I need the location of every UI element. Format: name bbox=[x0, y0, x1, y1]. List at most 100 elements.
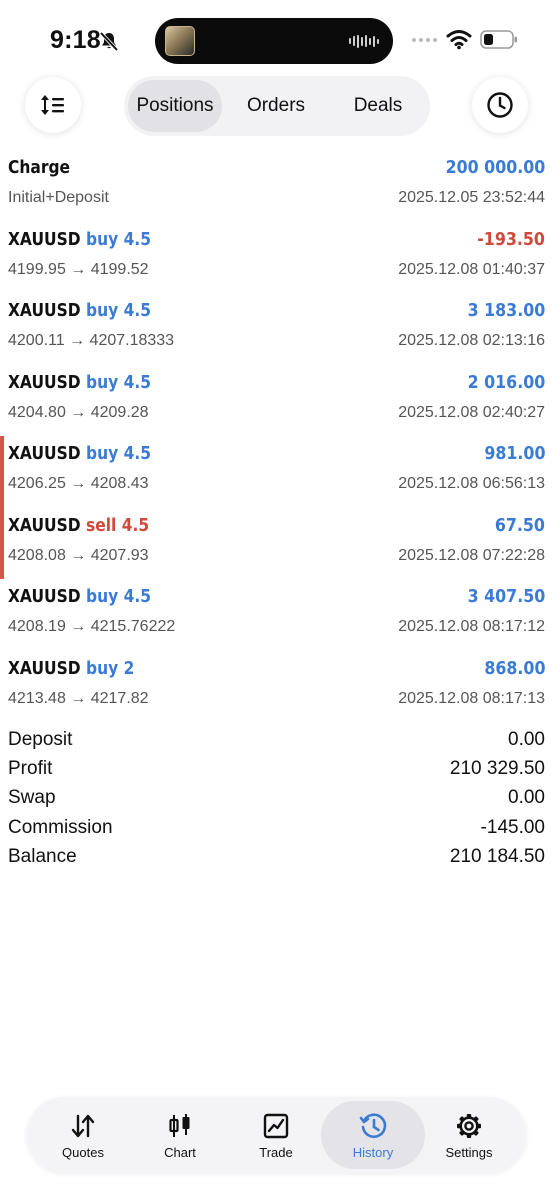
summary-row-profit: Profit 210 329.50 bbox=[0, 754, 553, 783]
deal-time: 2025.12.05 23:52:44 bbox=[398, 189, 545, 206]
deal-volume: 2 bbox=[123, 657, 135, 679]
summary-label: Balance bbox=[8, 845, 77, 867]
summary-value: 210 329.50 bbox=[449, 758, 545, 780]
deal-title: XAUUSD buy 4.5 bbox=[8, 586, 151, 607]
tab-trade[interactable]: Trade bbox=[224, 1101, 328, 1169]
deal-title: Charge bbox=[8, 157, 70, 178]
bell-muted-icon bbox=[99, 31, 119, 52]
summary-row-swap: Swap 0.00 bbox=[0, 783, 553, 812]
deal-volume: 4.5 bbox=[123, 586, 152, 607]
deal-profit: 868.00 bbox=[483, 657, 545, 679]
deal-title: XAUUSD sell 4.5 bbox=[8, 515, 149, 536]
tab-trade-label: Trade bbox=[259, 1145, 293, 1160]
toolbar: Positions Orders Deals bbox=[0, 76, 553, 138]
deal-profit: 981.00 bbox=[483, 443, 545, 464]
deal-volume: 4.5 bbox=[123, 443, 152, 464]
deal-time: 2025.12.08 02:13:16 bbox=[398, 332, 545, 349]
deal-title: XAUUSD buy 4.5 bbox=[8, 229, 151, 250]
tab-history-label: History bbox=[352, 1145, 394, 1160]
summary-row-deposit: Deposit 0.00 bbox=[0, 725, 553, 754]
summary-value: 0.00 bbox=[508, 729, 545, 750]
tab-orders[interactable]: Orders bbox=[228, 80, 324, 132]
history-icon bbox=[359, 1112, 387, 1140]
tab-bar: Quotes Chart Trade History Settings bbox=[27, 1097, 526, 1173]
deal-prices: 4199.95 → 4199.52 bbox=[8, 260, 149, 278]
deal-profit: 200 000.00 bbox=[445, 157, 545, 178]
deal-volume: 4.5 bbox=[123, 371, 152, 393]
selection-marker bbox=[0, 507, 4, 579]
deal-time: 2025.12.08 08:17:12 bbox=[398, 618, 545, 635]
view-segmented-control: Positions Orders Deals bbox=[124, 76, 430, 136]
gear-icon bbox=[455, 1112, 483, 1140]
deal-time: 2025.12.08 07:22:28 bbox=[398, 546, 545, 564]
deal-row[interactable]: XAUUSD buy 4.5 981.00 4206.25 → 4208.43 202… bbox=[0, 436, 553, 508]
deal-direction: buy bbox=[85, 586, 119, 607]
tab-chart-label: Chart bbox=[164, 1145, 196, 1160]
deal-volume: 4.5 bbox=[123, 300, 152, 321]
deal-time: 2025.12.08 02:40:27 bbox=[398, 403, 545, 421]
summary-row-commission: Commission -145.00 bbox=[0, 813, 553, 842]
status-bar: 9:18 bbox=[0, 0, 553, 80]
tab-settings[interactable]: Settings bbox=[417, 1101, 521, 1169]
summary-label: Commission bbox=[8, 816, 113, 838]
deal-prices: 4208.19 → 4215.76222 bbox=[8, 618, 176, 635]
deal-title: XAUUSD buy 2 bbox=[8, 658, 134, 679]
deal-prices: 4204.80 → 4209.28 bbox=[8, 403, 149, 421]
summary-label: Profit bbox=[8, 758, 53, 780]
deal-direction: sell bbox=[85, 514, 117, 536]
summary-value: 0.00 bbox=[508, 787, 545, 809]
battery-icon bbox=[480, 30, 517, 49]
summary-value: -145.00 bbox=[480, 816, 545, 838]
deal-row[interactable]: XAUUSD sell 4.5 67.50 4208.08 → 4207.93 202… bbox=[0, 507, 553, 579]
deal-symbol: XAUUSD bbox=[8, 514, 81, 536]
summary-label: Deposit bbox=[8, 729, 73, 750]
now-playing-artwork bbox=[165, 26, 195, 56]
status-time: 9:18 bbox=[50, 26, 101, 54]
tab-chart[interactable]: Chart bbox=[128, 1101, 232, 1169]
period-button[interactable] bbox=[472, 77, 528, 133]
deal-row[interactable]: XAUUSD buy 2 868.00 4213.48 → 4217.82 2025.… bbox=[0, 651, 553, 723]
deal-title: XAUUSD buy 4.5 bbox=[8, 300, 151, 321]
deal-profit: -193.50 bbox=[477, 228, 545, 250]
deal-title: XAUUSD buy 4.5 bbox=[8, 372, 151, 393]
deal-symbol: XAUUSD bbox=[8, 371, 81, 393]
deal-prices: 4206.25 → 4208.43 bbox=[8, 475, 149, 492]
deal-volume: 4.5 bbox=[121, 514, 150, 536]
deal-volume: 4.5 bbox=[123, 228, 152, 250]
selection-marker bbox=[0, 436, 4, 508]
deal-symbol: XAUUSD bbox=[8, 657, 81, 679]
deal-row[interactable]: Charge 200 000.00 Initial+Deposit 2025.12.0… bbox=[0, 150, 553, 222]
quotes-icon bbox=[69, 1112, 97, 1140]
deal-direction: buy bbox=[85, 443, 119, 464]
tab-positions[interactable]: Positions bbox=[128, 80, 222, 132]
dynamic-island[interactable] bbox=[155, 18, 393, 64]
wifi-icon bbox=[446, 30, 472, 50]
tab-quotes-label: Quotes bbox=[62, 1145, 104, 1160]
tab-quotes[interactable]: Quotes bbox=[31, 1101, 135, 1169]
deal-list: Charge 200 000.00 Initial+Deposit 2025.12.0… bbox=[0, 150, 553, 722]
deal-profit: 3 183.00 bbox=[467, 300, 545, 321]
deal-row[interactable]: XAUUSD buy 4.5 3 183.00 4200.11 → 4207.183… bbox=[0, 293, 553, 365]
deal-prices: 4200.11 → 4207.18333 bbox=[8, 332, 175, 349]
deal-row[interactable]: XAUUSD buy 4.5 3 407.50 4208.19 → 4215.762… bbox=[0, 579, 553, 651]
trade-icon bbox=[262, 1112, 290, 1140]
deal-row[interactable]: XAUUSD buy 4.5 2 016.00 4204.80 → 4209.28 2… bbox=[0, 365, 553, 437]
candlestick-icon bbox=[166, 1112, 194, 1140]
summary-label: Swap bbox=[8, 787, 56, 809]
deal-row[interactable]: XAUUSD buy 4.5 -193.50 4199.95 → 4199.52 20… bbox=[0, 222, 553, 294]
deal-prices: 4213.48 → 4217.82 bbox=[8, 689, 149, 707]
deal-profit: 2 016.00 bbox=[467, 371, 545, 393]
deal-direction: buy bbox=[85, 300, 119, 321]
deal-symbol: XAUUSD bbox=[8, 300, 81, 321]
tab-history[interactable]: History bbox=[321, 1101, 425, 1169]
deal-time: 2025.12.08 08:17:13 bbox=[398, 689, 545, 707]
clock-icon bbox=[487, 92, 513, 118]
tab-deals[interactable]: Deals bbox=[330, 80, 426, 132]
deal-symbol: XAUUSD bbox=[8, 586, 81, 607]
deal-time: 2025.12.08 01:40:37 bbox=[398, 260, 545, 278]
deal-symbol: Charge bbox=[8, 157, 71, 178]
summary-row-balance: Balance 210 184.50 bbox=[0, 842, 553, 871]
deal-profit: 67.50 bbox=[494, 514, 545, 536]
sort-button[interactable] bbox=[25, 77, 81, 133]
deal-title: XAUUSD buy 4.5 bbox=[8, 443, 151, 464]
